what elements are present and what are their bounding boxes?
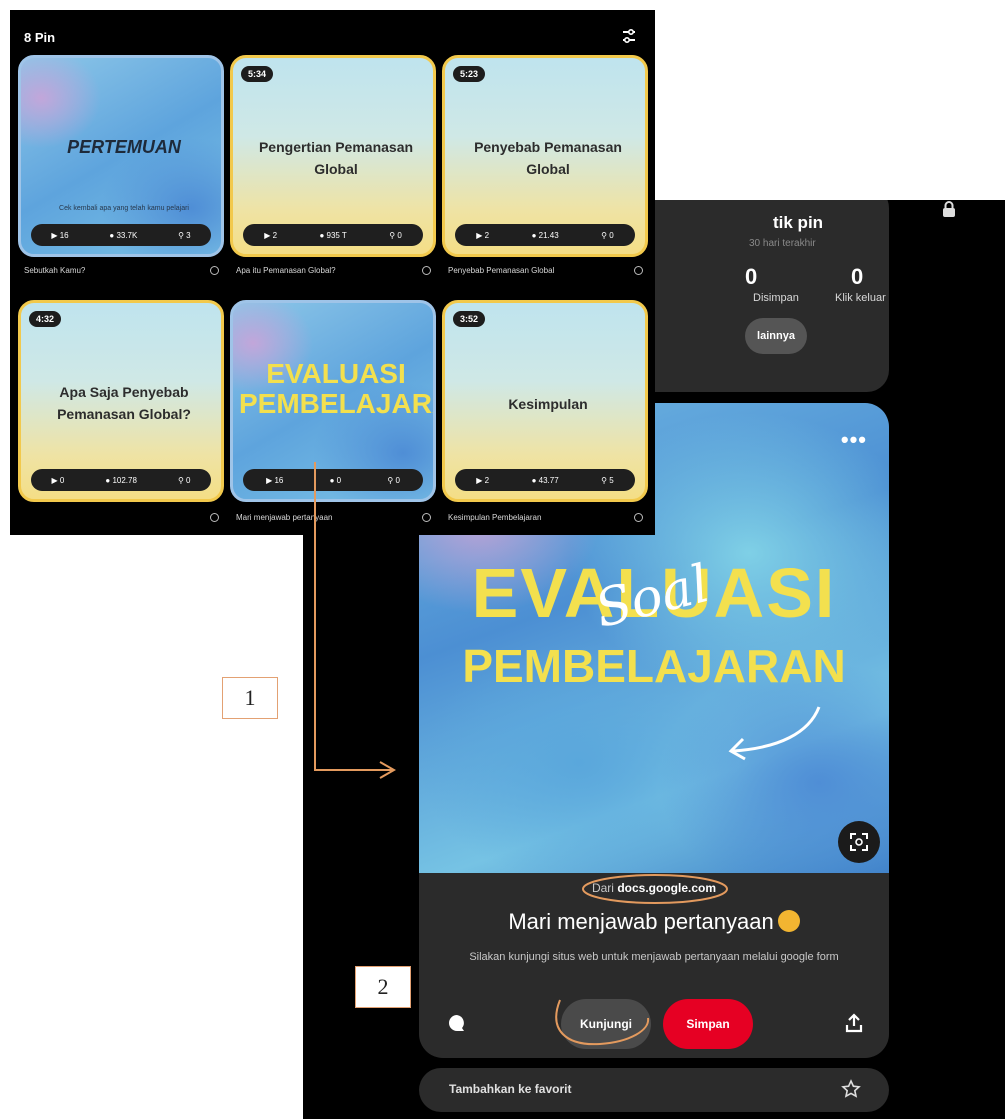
annotation-label-1: 1 (222, 677, 278, 719)
annotation-overlay (314, 462, 728, 1046)
annotation-label-2: 2 (355, 966, 411, 1008)
